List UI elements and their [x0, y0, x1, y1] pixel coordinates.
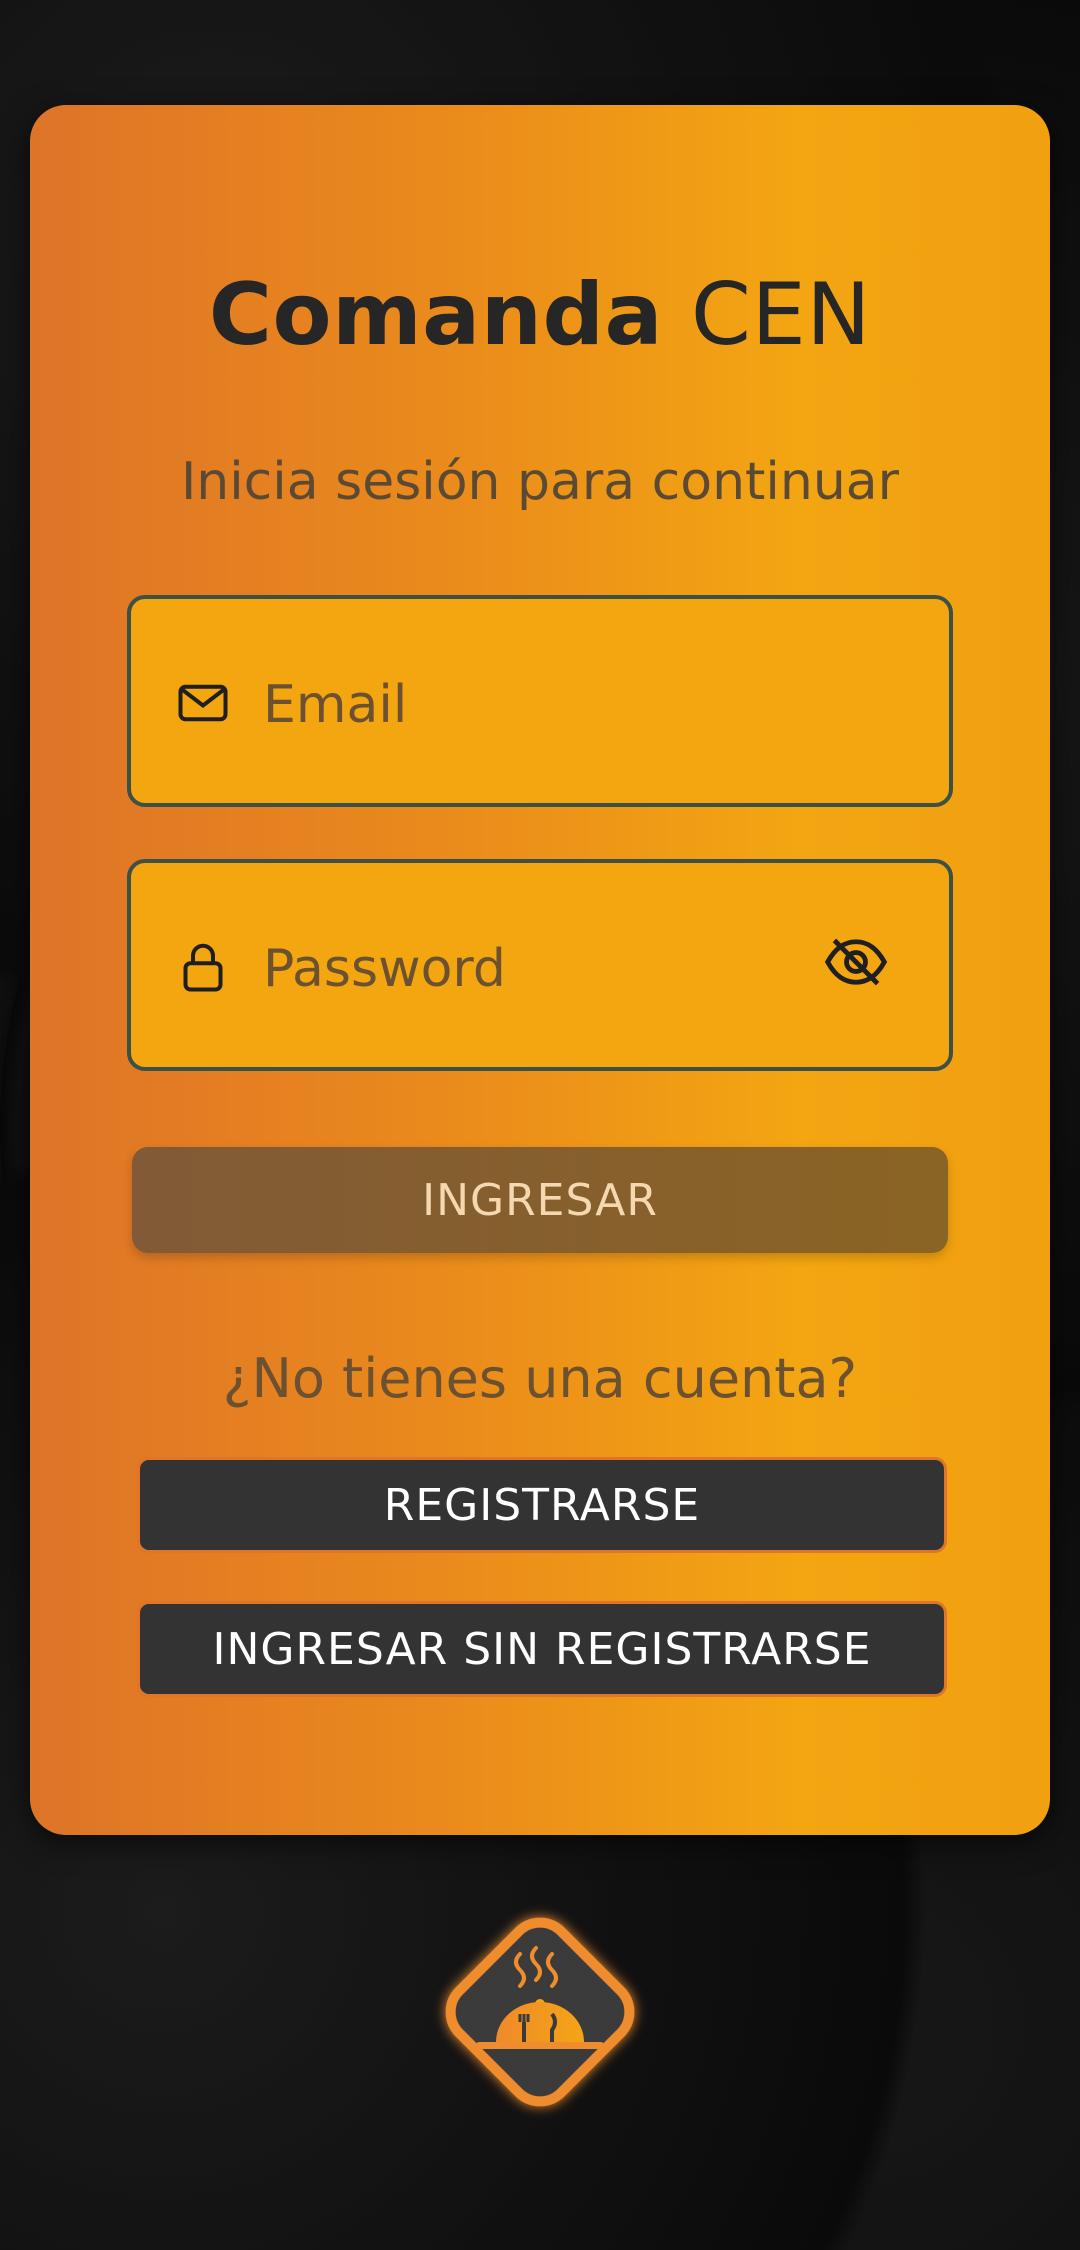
login-subtitle: Inicia sesión para continuar [180, 452, 900, 512]
no-account-text: ¿No tienes una cuenta? [222, 1347, 858, 1410]
email-field[interactable] [127, 595, 953, 807]
app-title-light: CEN [690, 265, 872, 365]
password-field[interactable] [127, 859, 953, 1071]
password-input[interactable] [261, 913, 825, 1025]
lock-icon [183, 943, 223, 992]
app-title-bold: Comanda [208, 265, 664, 365]
guest-login-button[interactable]: INGRESAR SIN REGISTRARSE [137, 1601, 947, 1697]
login-button[interactable]: INGRESAR [132, 1147, 948, 1253]
mail-icon [178, 684, 228, 722]
serving-dish-logo [445, 1917, 635, 2107]
email-input[interactable] [261, 649, 825, 761]
register-button[interactable]: REGISTRARSE [137, 1457, 947, 1553]
eye-off-icon[interactable] [823, 935, 889, 989]
app-title: Comanda CEN [0, 265, 1080, 365]
